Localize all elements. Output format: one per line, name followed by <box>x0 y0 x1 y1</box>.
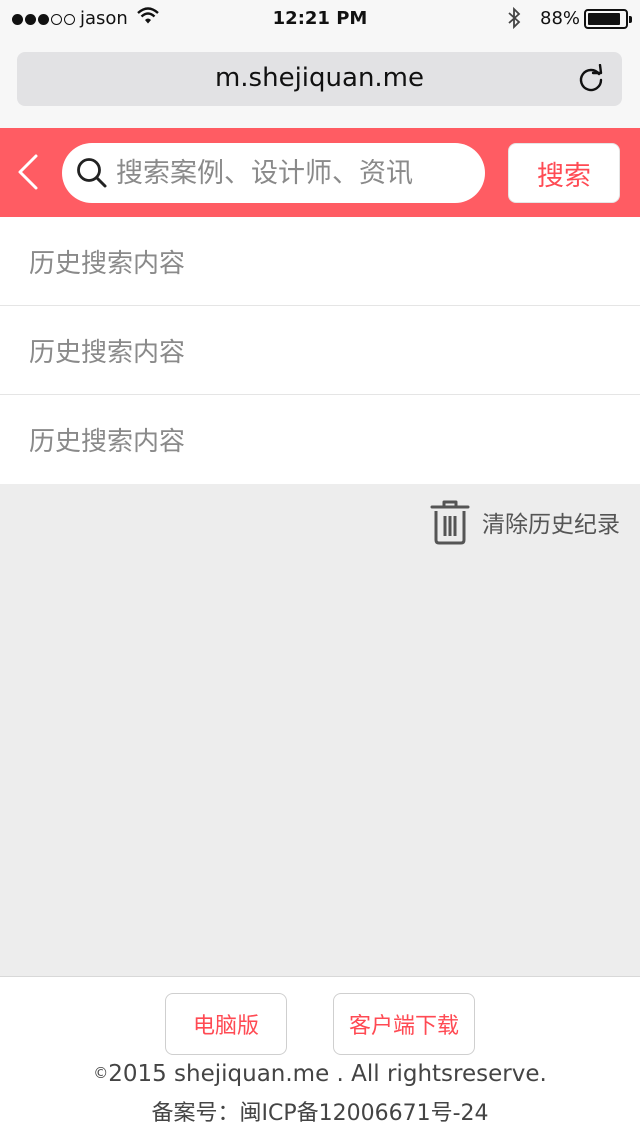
clear-history-label: 清除历史纪录 <box>482 512 620 538</box>
url-text[interactable]: m.shejiquan.me <box>17 63 622 93</box>
copyright-symbol: © <box>93 1064 109 1082</box>
search-box[interactable] <box>62 143 485 203</box>
battery-level <box>588 13 620 25</box>
search-input[interactable] <box>116 151 466 195</box>
status-bar: jason 12:21 PM 88% <box>0 0 640 40</box>
trash-icon <box>430 500 470 545</box>
bluetooth-icon <box>508 6 521 30</box>
search-history-list: 历史搜索内容 历史搜索内容 历史搜索内容 <box>0 217 640 484</box>
footer: 电脑版 客户端下载 ©2015 shejiquan.me . All right… <box>0 976 640 1136</box>
battery-percent: 88% <box>540 8 581 29</box>
browser-chrome: m.shejiquan.me <box>0 40 640 128</box>
icp-record: 备案号：闽ICP备12006671号-24 <box>151 1101 489 1126</box>
search-header: 搜索 <box>0 128 640 217</box>
back-icon[interactable] <box>14 152 44 192</box>
history-item[interactable]: 历史搜索内容 <box>0 306 640 395</box>
battery-icon <box>584 9 632 29</box>
history-item[interactable]: 历史搜索内容 <box>0 217 640 306</box>
address-bar[interactable]: m.shejiquan.me <box>17 52 622 106</box>
search-icon <box>77 158 107 188</box>
desktop-version-button[interactable]: 电脑版 <box>165 993 287 1055</box>
history-item[interactable]: 历史搜索内容 <box>0 395 640 484</box>
client-download-button[interactable]: 客户端下载 <box>333 993 475 1055</box>
search-button[interactable]: 搜索 <box>508 143 620 203</box>
copyright: ©2015 shejiquan.me . All rightsreserve. <box>0 1061 640 1087</box>
reload-icon[interactable] <box>576 64 606 94</box>
copyright-text: 2015 shejiquan.me . All rightsreserve. <box>108 1061 547 1087</box>
clear-history-button[interactable]: 清除历史纪录 <box>430 498 620 546</box>
